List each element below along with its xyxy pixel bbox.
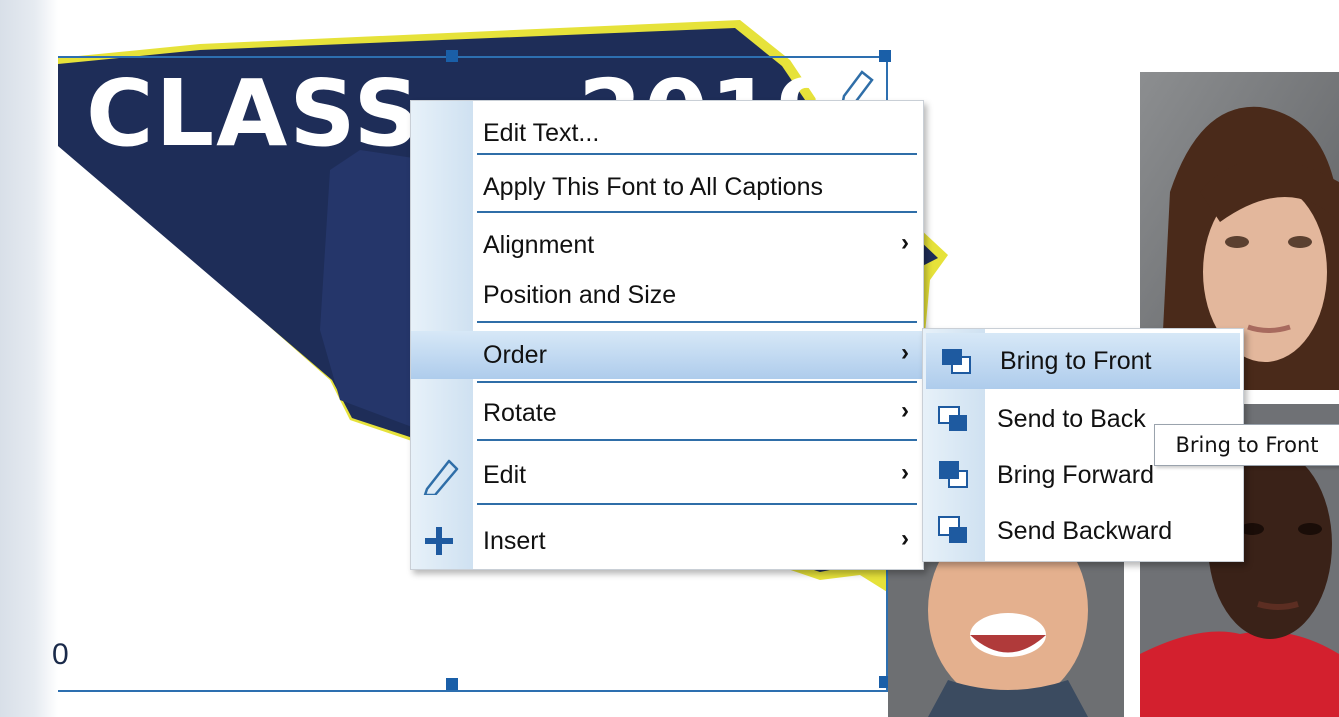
- menu-separator: [477, 439, 917, 441]
- submenu-item-bring-to-front[interactable]: Bring to Front: [926, 333, 1240, 389]
- menu-item-label: Edit Text...: [483, 119, 600, 147]
- chevron-right-icon: ›: [901, 459, 909, 486]
- menu-item-label: Rotate: [483, 399, 557, 427]
- menu-item-label: Order: [483, 341, 547, 369]
- bring-to-front-icon: [942, 349, 971, 374]
- menu-item-edit-text[interactable]: Edit Text...: [411, 111, 923, 157]
- chevron-right-icon: ›: [901, 525, 909, 552]
- menu-separator: [477, 381, 917, 383]
- menu-item-edit[interactable]: Edit ›: [411, 449, 923, 501]
- menu-item-label: Apply This Font to All Captions: [483, 173, 823, 201]
- student-photo-boy-smiling[interactable]: [888, 560, 1124, 717]
- menu-separator: [477, 153, 917, 155]
- send-to-back-icon: [938, 406, 967, 431]
- menu-separator: [477, 211, 917, 213]
- context-menu: Edit Text... Apply This Font to All Capt…: [410, 100, 924, 570]
- chevron-right-icon: ›: [901, 229, 909, 256]
- menu-item-position-and-size[interactable]: Position and Size: [411, 273, 923, 319]
- menu-item-label: Alignment: [483, 231, 595, 259]
- chevron-right-icon: ›: [901, 339, 909, 366]
- menu-separator: [477, 321, 917, 323]
- plus-icon: [425, 527, 453, 555]
- menu-separator: [477, 503, 917, 505]
- menu-item-alignment[interactable]: Alignment ›: [411, 221, 923, 271]
- tooltip: Bring to Front: [1154, 424, 1339, 466]
- submenu-item-label: Bring Forward: [997, 461, 1154, 489]
- resize-handle-top[interactable]: [446, 50, 458, 62]
- submenu-item-label: Send to Back: [997, 405, 1146, 433]
- bring-forward-icon: [939, 461, 968, 488]
- send-backward-icon: [938, 516, 967, 543]
- chevron-right-icon: ›: [901, 397, 909, 424]
- resize-handle-top-right[interactable]: [879, 50, 891, 62]
- menu-item-insert[interactable]: Insert ›: [411, 513, 923, 563]
- submenu-item-label: Bring to Front: [1000, 347, 1152, 375]
- menu-item-label: Position and Size: [483, 281, 677, 309]
- pencil-icon: [423, 459, 459, 495]
- menu-item-order[interactable]: Order ›: [411, 331, 923, 379]
- resize-handle-bottom[interactable]: [446, 678, 458, 690]
- menu-item-rotate[interactable]: Rotate ›: [411, 391, 923, 439]
- menu-item-apply-font-all-captions[interactable]: Apply This Font to All Captions: [411, 163, 923, 213]
- submenu-item-send-backward[interactable]: Send Backward: [923, 503, 1243, 559]
- submenu-item-label: Send Backward: [997, 517, 1173, 545]
- menu-item-label: Insert: [483, 527, 546, 555]
- menu-item-label: Edit: [483, 461, 527, 489]
